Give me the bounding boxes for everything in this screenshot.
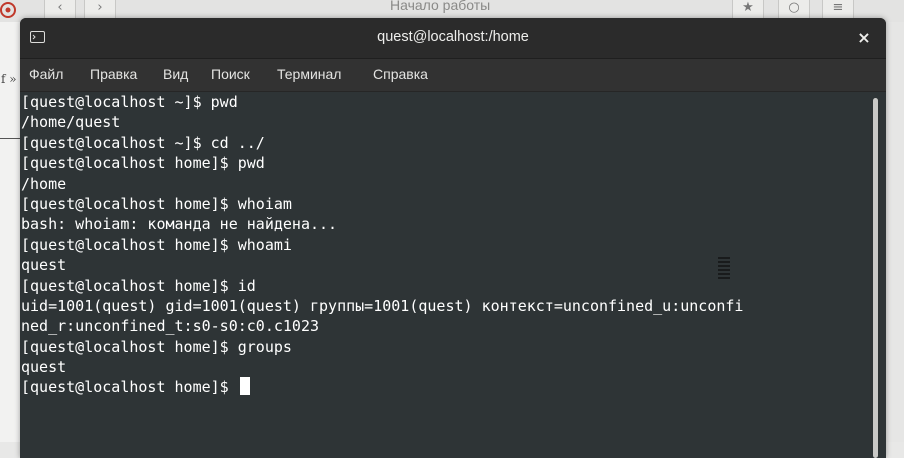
terminal-line: /home/quest xyxy=(21,113,121,132)
terminal-scrollbar[interactable] xyxy=(870,94,880,458)
text-cursor-icon xyxy=(718,257,730,279)
terminal-line: quest xyxy=(21,256,67,275)
menu-item-edit[interactable]: Правка xyxy=(90,66,137,82)
menu-item-search[interactable]: Поиск xyxy=(211,66,250,82)
browser-forward-button[interactable]: › xyxy=(84,0,116,19)
terminal-prompt: [quest@localhost home]$ xyxy=(21,378,238,397)
terminal-line: [quest@localhost home]$ whoiam xyxy=(21,194,292,213)
sidebar-glyph: f » xyxy=(1,72,17,86)
menu-item-view[interactable]: Вид xyxy=(163,66,188,82)
sidebar-divider xyxy=(0,138,20,139)
window-title: quest@localhost:/home xyxy=(377,29,529,45)
text-cursor xyxy=(239,377,250,396)
terminal-line: [quest@localhost home]$ pwd xyxy=(21,154,265,173)
terminal-line: bash: whoiam: команда не найдена... xyxy=(21,215,338,234)
terminal-line: [quest@localhost home]$ whoami xyxy=(21,235,292,254)
menu-item-help[interactable]: Справка xyxy=(373,66,428,82)
terminal-output[interactable]: [quest@localhost ~]$ pwd /home/quest [qu… xyxy=(20,92,868,458)
close-icon[interactable]: × xyxy=(852,26,876,50)
browser-bookmark-button[interactable]: ★ xyxy=(732,0,764,19)
terminal-line: /home xyxy=(21,174,67,193)
browser-search-button[interactable]: ○ xyxy=(778,0,810,19)
browser-tab-title: Начало работы xyxy=(390,0,491,13)
menu-item-terminal[interactable]: Терминал xyxy=(277,66,341,82)
terminal-line: uid=1001(quest) gid=1001(quest) группы=1… xyxy=(21,296,744,315)
background-browser-sidebar: f » xyxy=(0,22,20,442)
terminal-line: ned_r:unconfined_t:s0-s0:c0.c1023 xyxy=(21,317,320,336)
terminal-line: quest xyxy=(21,358,67,377)
scrollbar-thumb[interactable] xyxy=(873,98,878,458)
terminal-line: [quest@localhost ~]$ pwd xyxy=(21,93,238,111)
window-titlebar[interactable]: quest@localhost:/home × xyxy=(20,18,886,59)
terminal-line: [quest@localhost ~]$ cd ../ xyxy=(21,133,265,152)
browser-logo-icon xyxy=(0,2,16,18)
terminal-line: [quest@localhost home]$ id xyxy=(21,276,256,295)
menu-bar: Файл Правка Вид Поиск Терминал Справка xyxy=(20,59,886,92)
terminal-line: [quest@localhost home]$ groups xyxy=(21,337,292,356)
terminal-prompt-line: [quest@localhost home]$ xyxy=(20,377,868,397)
menu-item-file[interactable]: Файл xyxy=(29,66,63,82)
browser-menu-button[interactable]: ≡ xyxy=(822,0,854,19)
browser-back-button[interactable]: ‹ xyxy=(44,0,76,19)
background-browser-edge xyxy=(886,22,904,442)
terminal-window[interactable]: quest@localhost:/home × Файл Правка Вид … xyxy=(20,18,886,458)
